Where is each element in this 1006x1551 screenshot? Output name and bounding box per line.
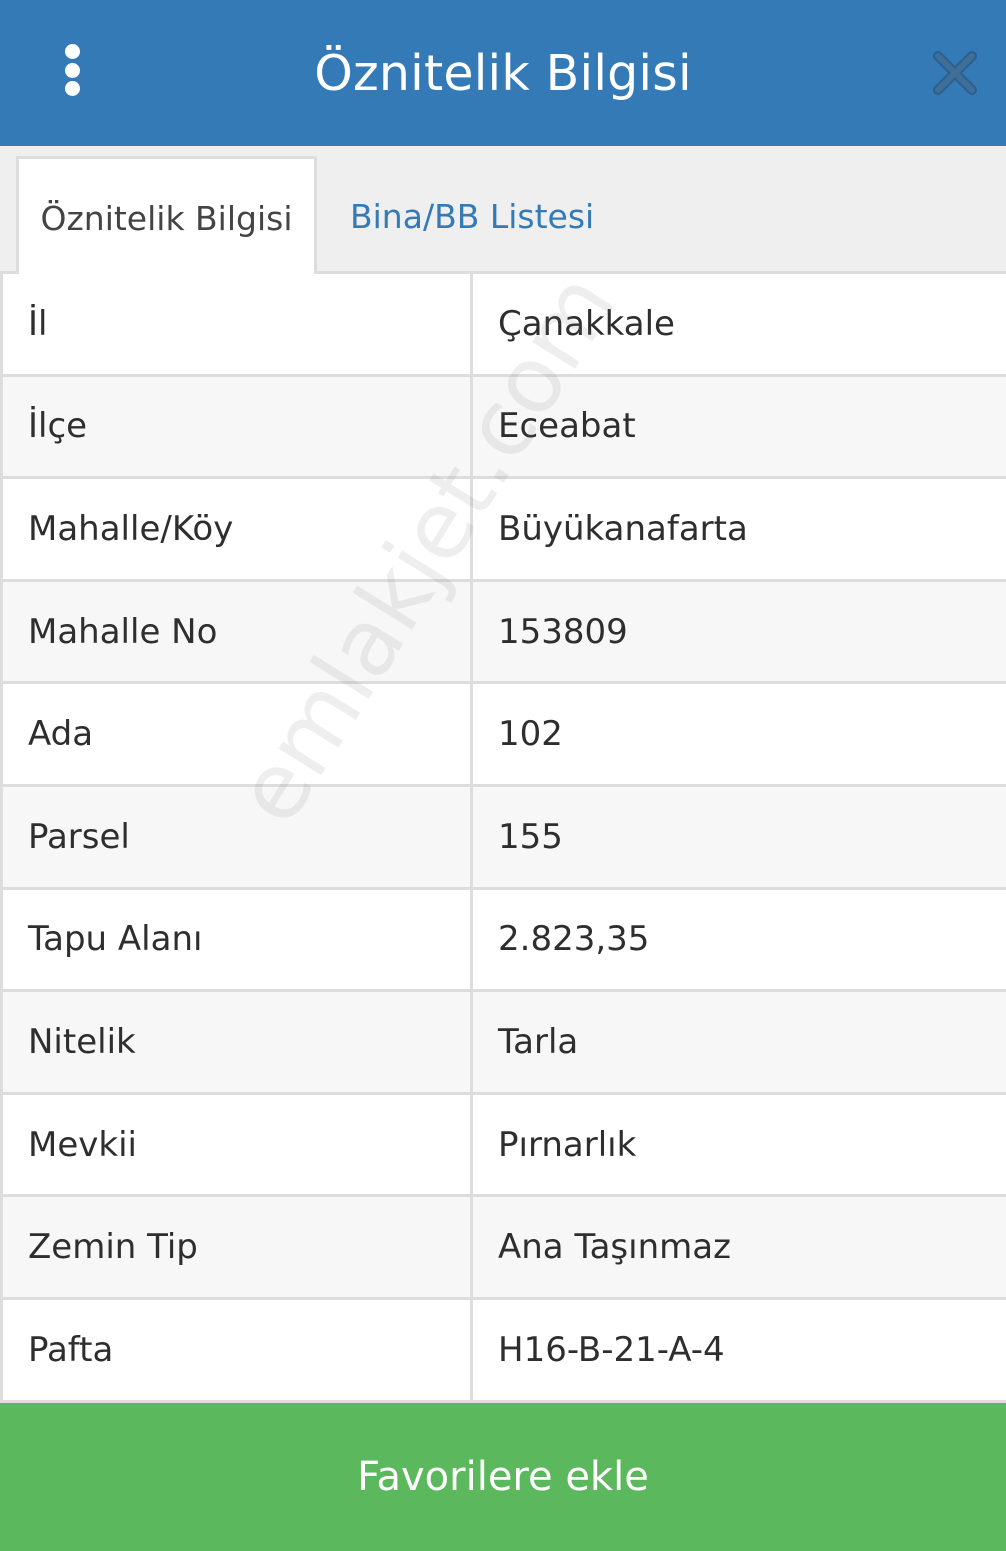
add-to-favorites-label: Favorilere ekle — [357, 1454, 649, 1500]
tab-oznitelik-bilgisi[interactable]: Öznitelik Bilgisi — [16, 156, 317, 277]
attribute-key: Mahalle No — [3, 581, 473, 682]
attribute-value: Çanakkale — [498, 303, 675, 344]
attribute-value: 2.823,35 — [498, 919, 650, 960]
attribute-key: Mahalle/Köy — [3, 479, 473, 579]
table-row: İl Çanakkale — [3, 274, 1006, 377]
attribute-value: 102 — [498, 714, 563, 755]
attribute-value: 153809 — [498, 611, 628, 652]
close-icon[interactable] — [928, 46, 982, 100]
table-row: Ada 102 — [3, 684, 1006, 787]
attribute-value: Eceabat — [498, 406, 636, 447]
add-to-favorites-button[interactable]: Favorilere ekle — [0, 1403, 1006, 1551]
attribute-key: İl — [3, 274, 473, 374]
menu-dot — [64, 81, 80, 96]
attribute-key: Pafta — [3, 1299, 473, 1400]
attribute-value: H16-B-21-A-4 — [498, 1329, 725, 1370]
tab-label: Öznitelik Bilgisi — [40, 198, 293, 238]
tab-bina-bb-listesi[interactable]: Bina/BB Listesi — [350, 156, 594, 277]
attribute-key: Zemin Tip — [3, 1197, 473, 1297]
attribute-value: Büyükanafarta — [498, 508, 748, 549]
kebab-menu-icon[interactable] — [50, 40, 94, 100]
dialog-title: Öznitelik Bilgisi — [314, 44, 692, 102]
table-row: Pafta H16-B-21-A-4 — [3, 1299, 1006, 1403]
dialog-header: Öznitelik Bilgisi — [0, 0, 1006, 146]
attribute-key: Nitelik — [3, 992, 473, 1092]
menu-dot — [64, 62, 80, 78]
attribute-value: Ana Taşınmaz — [498, 1227, 731, 1268]
attribute-key: Tapu Alanı — [3, 889, 473, 990]
table-row: Mahalle/Köy Büyükanafarta — [3, 479, 1006, 582]
tab-label: Bina/BB Listesi — [350, 197, 595, 236]
attribute-table: İl Çanakkale İlçe Eceabat Mahalle/Köy Bü… — [0, 274, 1006, 1403]
attribute-key: Parsel — [3, 786, 473, 887]
table-row: Mahalle No 153809 — [3, 581, 1006, 685]
attribute-key: İlçe — [3, 376, 473, 477]
menu-dot — [64, 44, 80, 59]
attribute-value: 155 — [498, 816, 563, 857]
table-row: Tapu Alanı 2.823,35 — [3, 889, 1006, 993]
table-row: İlçe Eceabat — [3, 376, 1006, 480]
tab-bar: Öznitelik Bilgisi Bina/BB Listesi — [0, 146, 1006, 277]
attribute-key: Mevkii — [3, 1094, 473, 1195]
attribute-value: Tarla — [498, 1021, 579, 1062]
attribute-key: Ada — [3, 684, 473, 784]
table-row: Nitelik Tarla — [3, 992, 1006, 1095]
table-row: Zemin Tip Ana Taşınmaz — [3, 1197, 1006, 1300]
attribute-value: Pırnarlık — [498, 1124, 637, 1165]
table-row: Parsel 155 — [3, 786, 1006, 890]
table-row: Mevkii Pırnarlık — [3, 1094, 1006, 1198]
